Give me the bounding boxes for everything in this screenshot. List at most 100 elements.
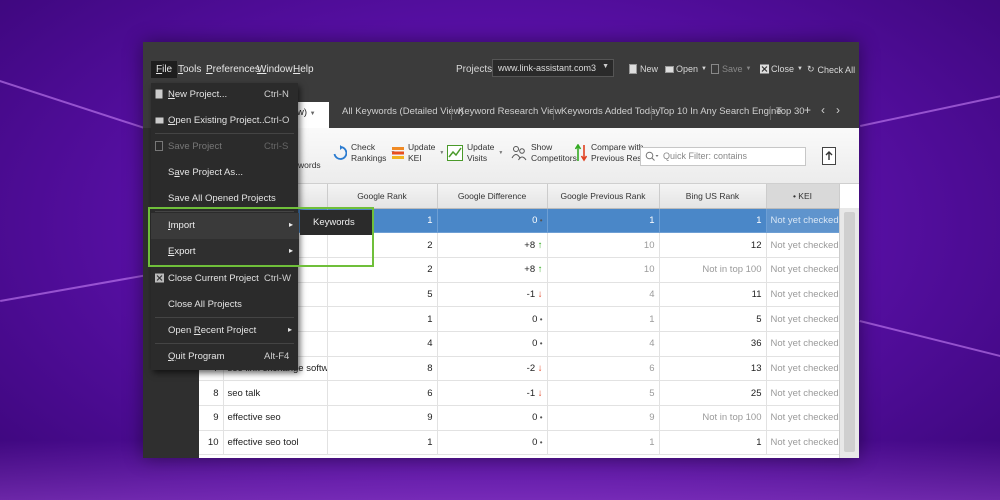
cell-google-rank: 4	[327, 331, 438, 357]
cell-keyword: effective seo	[223, 405, 328, 431]
keywords-tool-partial[interactable]: words	[298, 160, 321, 171]
cell-google-difference: -1 ↓	[437, 380, 548, 406]
cell-google-difference: -1 ↓	[437, 282, 548, 308]
projects-label: Projects:	[456, 64, 495, 75]
update-visits-line1: Update	[467, 142, 495, 152]
close-button[interactable]: Close ▼	[760, 64, 803, 74]
shortcut-open-project: Ctrl-O	[264, 115, 290, 126]
close-button-label: Close	[771, 64, 795, 74]
menu-new-project[interactable]: New Project... Ctrl-N	[151, 83, 298, 107]
cell-bing-us-rank: Not in top 100	[659, 257, 767, 283]
shortcut-quit: Alt-F4	[264, 351, 290, 362]
header-bing-us-rank[interactable]: Bing US Rank	[659, 184, 767, 209]
menu-window[interactable]: Window	[257, 64, 293, 75]
refresh-icon	[333, 145, 347, 160]
update-visits-button[interactable]: Update Visits ▼	[447, 142, 503, 164]
cell-google-rank: 6	[327, 380, 438, 406]
projects-select[interactable]: www.link-assistant.com3 ▼	[492, 59, 614, 77]
chevron-down-icon: ▼	[701, 66, 707, 72]
cell-google-previous-rank: 10	[547, 232, 660, 258]
shortcut-new-project: Ctrl-N	[264, 89, 289, 100]
update-kei-line1: Update	[408, 142, 436, 152]
cell-kei: Not yet checked	[766, 405, 840, 431]
new-button[interactable]: New	[629, 64, 658, 74]
cell-google-difference: 0 •	[437, 430, 548, 456]
cell-kei: Not yet checked	[766, 430, 840, 456]
cell-bing-us-rank: 12	[659, 232, 767, 258]
save-button[interactable]: Save ▼	[711, 64, 751, 74]
tab-keywords-added-today[interactable]: Keywords Added Today	[561, 106, 660, 117]
cell-google-rank: 5	[327, 282, 438, 308]
tab-separator	[451, 106, 452, 120]
header-kei[interactable]: • KEI	[766, 184, 840, 209]
bg-line	[860, 91, 1000, 127]
menu-help[interactable]: Help	[293, 64, 314, 75]
menu-open-recent-project[interactable]: Open Recent Project ▸	[151, 319, 298, 343]
cell-kei: Not yet checked	[766, 208, 840, 234]
menu-close-current-project[interactable]: Close Current Project Ctrl-W	[151, 267, 298, 291]
quick-filter-input[interactable]: Quick Filter: contains	[640, 147, 806, 166]
menu-tools[interactable]: Tools	[178, 64, 201, 75]
header-google-previous-rank[interactable]: Google Previous Rank	[547, 184, 660, 209]
cell-keyword: effective seo tool	[223, 430, 328, 456]
menu-close-all-projects[interactable]: Close All Projects	[151, 293, 298, 317]
open-button[interactable]: Open ▼	[665, 64, 707, 74]
show-competitors-button[interactable]: Show Competitors	[511, 142, 577, 164]
cell-google-difference: +8 ↑	[437, 257, 548, 283]
menu-open-project[interactable]: Open Existing Project... Ctrl-O	[151, 109, 298, 133]
scrollbar-thumb[interactable]	[844, 212, 855, 452]
cell-bing-us-rank: Not in top 100	[659, 405, 767, 431]
dot-icon: •	[537, 215, 543, 225]
chevron-down-icon: ▼	[498, 149, 504, 156]
cell-google-previous-rank: 9	[547, 405, 660, 431]
tab-all-keywords-detailed[interactable]: All Keywords (Detailed View)	[342, 106, 464, 117]
new-file-icon	[629, 64, 637, 74]
submenu-arrow-icon: ▸	[287, 325, 292, 334]
menu-save-project[interactable]: Save Project Ctrl-S	[151, 135, 298, 159]
search-icon	[645, 151, 659, 164]
vertical-scrollbar[interactable]	[839, 208, 859, 458]
header-google-rank[interactable]: Google Rank	[327, 184, 438, 209]
cell-google-previous-rank: 1	[547, 208, 660, 234]
cell-google-difference: -2 ↓	[437, 356, 548, 382]
menu-file[interactable]: File	[151, 61, 178, 78]
bg-line	[0, 80, 153, 132]
open-button-label: Open	[676, 64, 699, 74]
cell-google-previous-rank: 10	[547, 257, 660, 283]
export-icon[interactable]	[822, 147, 836, 165]
table-row[interactable]: 9 effective seo 9 0 • 9 Not in top 100 Not yet…	[199, 405, 840, 431]
menu-preferences[interactable]: Preferences	[206, 64, 260, 75]
check-rankings-button[interactable]: CheckRankings ▼	[333, 142, 395, 164]
add-tab-button[interactable]: +	[804, 103, 811, 117]
quick-filter-placeholder: Quick Filter: contains	[663, 151, 748, 161]
check-rankings-line1: Check	[351, 142, 376, 152]
tab-top-10[interactable]: Top 10 In Any Search Engine	[659, 106, 782, 117]
update-kei-button[interactable]: Update KEI ▼	[392, 142, 444, 164]
new-button-label: New	[640, 64, 659, 74]
table-row[interactable]: 8 seo talk 6 -1 ↓ 5 25 Not yet checked	[199, 380, 840, 406]
tabs-prev-button[interactable]: ‹	[821, 103, 825, 117]
cell-kei: Not yet checked	[766, 257, 840, 283]
folder-icon	[155, 115, 164, 125]
cell-google-previous-rank: 4	[547, 331, 660, 357]
tabs-next-button[interactable]: ›	[836, 103, 840, 117]
cell-bing-us-rank: 25	[659, 380, 767, 406]
tab-separator	[651, 106, 652, 120]
cell-google-difference: 0 •	[437, 306, 548, 332]
dot-icon: •	[537, 438, 543, 448]
check-all-button[interactable]: ↻ Check All	[807, 64, 855, 75]
cell-bing-us-rank: 11	[659, 282, 767, 308]
cell-rowno: 8	[199, 380, 224, 406]
cell-bing-us-rank: 36	[659, 331, 767, 357]
menu-quit-program[interactable]: Quit Program Alt-F4	[151, 345, 298, 369]
table-row[interactable]: 10 effective seo tool 1 0 • 1 1 Not yet checke…	[199, 430, 840, 456]
close-icon	[760, 64, 769, 74]
update-visits-line2: Visits	[467, 153, 488, 163]
menu-save-project-as[interactable]: Save Project As...	[151, 161, 298, 185]
tab-keyword-research[interactable]: Keyword Research View	[458, 106, 561, 117]
tab-top-30[interactable]: Top 30	[776, 106, 805, 117]
arrow-up-icon: ↑	[535, 264, 543, 276]
header-google-difference[interactable]: Google Difference	[437, 184, 548, 209]
cell-google-rank: 1	[327, 306, 438, 332]
save-button-label: Save	[722, 64, 743, 74]
